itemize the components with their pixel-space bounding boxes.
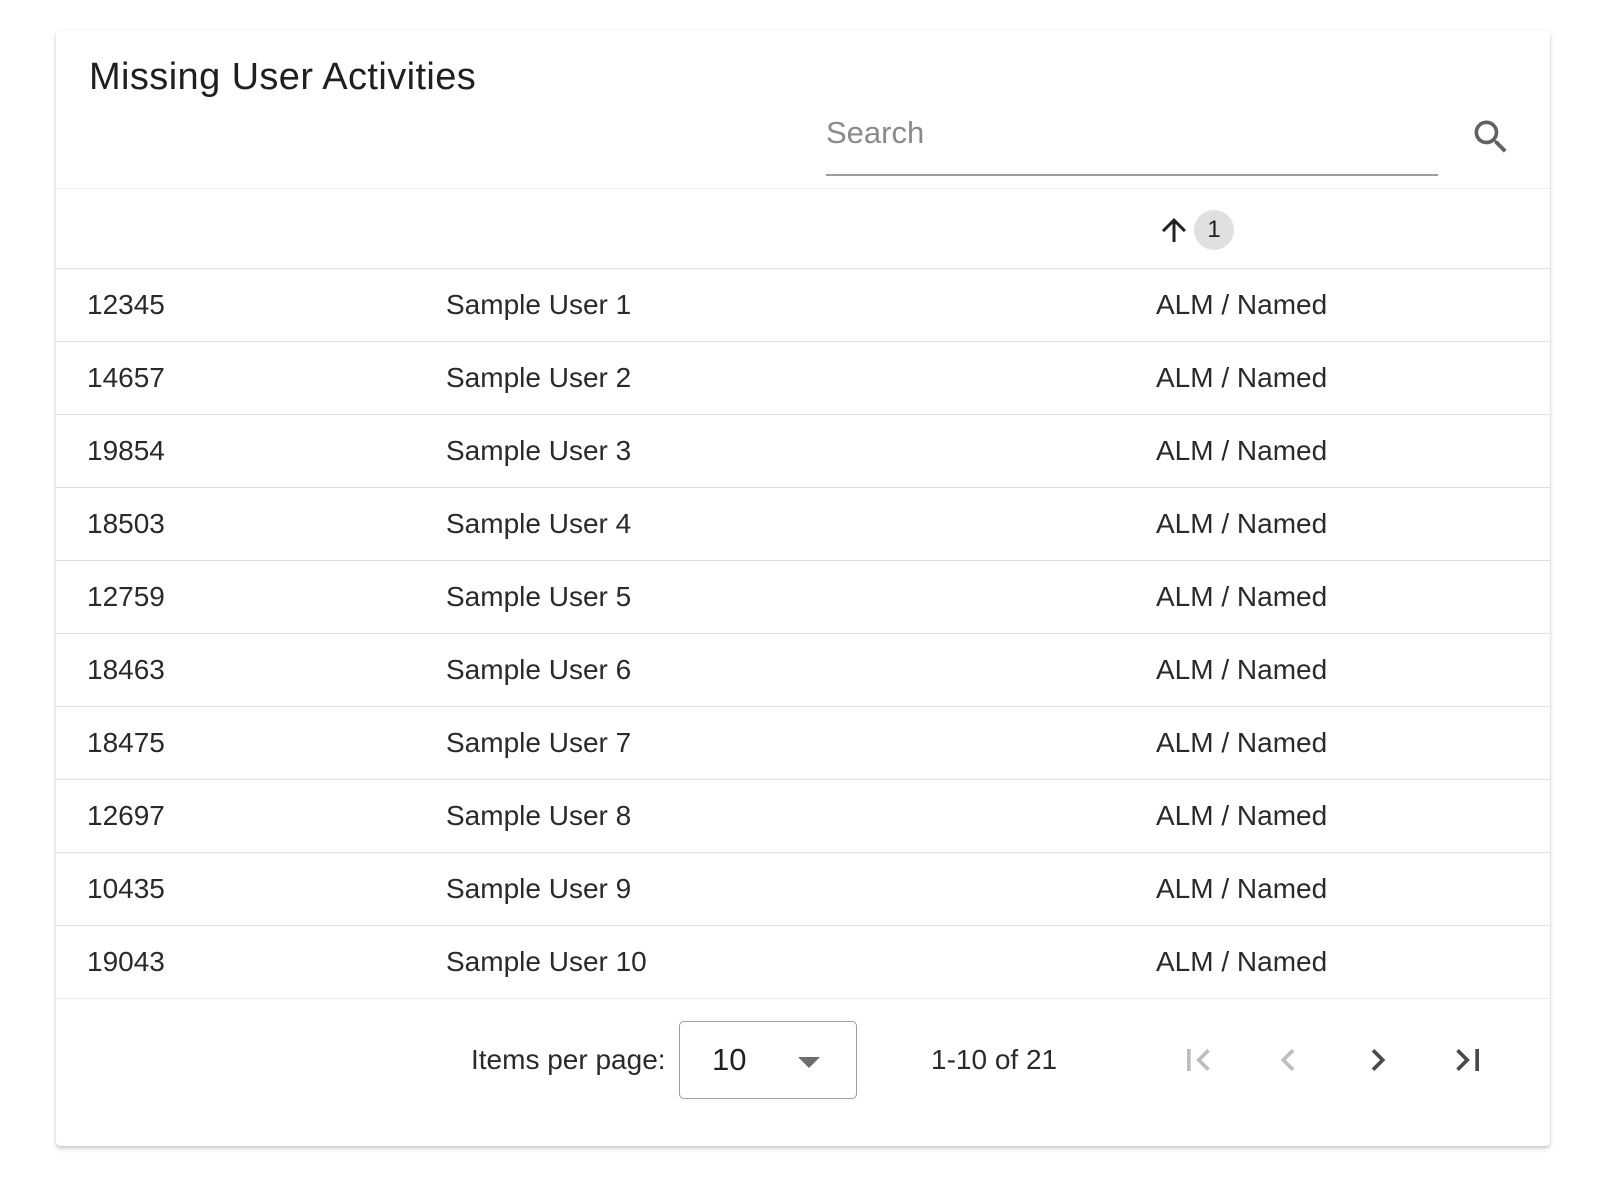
license-type-cell: ALM / Named	[1156, 800, 1328, 831]
table-row[interactable]: 19043 Sample User 10 ALM / Named	[56, 926, 1550, 999]
table-row[interactable]: 19854 Sample User 3 ALM / Named	[56, 415, 1550, 488]
user-id-cell: 19043	[87, 946, 165, 977]
user-name-cell: Sample User 2	[446, 362, 632, 393]
paginator: Items per page: 10 1-10 of 21	[56, 990, 1550, 1146]
items-per-page-label: Items per page:	[471, 1044, 666, 1075]
user-id-cell: 12759	[87, 581, 165, 612]
table-row[interactable]: 12345 Sample User 1 ALM / Named	[56, 269, 1550, 342]
user-id-cell: 12697	[87, 800, 165, 831]
table-row[interactable]: 14657 Sample User 2 ALM / Named	[56, 342, 1550, 415]
license-type-cell: ALM / Named	[1156, 946, 1328, 977]
license-type-cell: ALM / Named	[1156, 581, 1328, 612]
table-row[interactable]: 18463 Sample User 6 ALM / Named	[56, 634, 1550, 707]
license-type-cell: ALM / Named	[1156, 727, 1328, 758]
user-id-cell: 18475	[87, 727, 165, 758]
next-page-button[interactable]	[1356, 1038, 1400, 1082]
user-id-cell: 18503	[87, 508, 165, 539]
header-divider	[56, 188, 1550, 189]
user-name-cell: Sample User 1	[446, 289, 632, 320]
first-page-button[interactable]	[1176, 1038, 1220, 1082]
user-name-cell: Sample User 8	[446, 800, 632, 831]
first-page-icon	[1187, 1049, 1210, 1071]
last-page-icon	[1456, 1049, 1479, 1071]
license-type-cell: ALM / Named	[1156, 654, 1328, 685]
user-name-cell: Sample User 9	[446, 873, 632, 904]
items-per-page-value: 10	[712, 1042, 747, 1077]
chevron-left-icon	[1280, 1049, 1295, 1071]
user-name-cell: Sample User 7	[446, 727, 632, 758]
user-name-cell: Sample User 3	[446, 435, 632, 466]
table-row[interactable]: 18503 Sample User 4 ALM / Named	[56, 488, 1550, 561]
table-header-row: 1	[56, 190, 1550, 269]
items-per-page-select[interactable]: 10	[679, 1021, 857, 1099]
table-row[interactable]: 18475 Sample User 7 ALM / Named	[56, 707, 1550, 780]
search-input[interactable]	[826, 108, 1426, 158]
arrow-up-icon	[1162, 218, 1186, 242]
license-type-cell: ALM / Named	[1156, 362, 1328, 393]
table-row[interactable]: 10435 Sample User 9 ALM / Named	[56, 853, 1550, 926]
user-id-cell: 10435	[87, 873, 165, 904]
user-id-cell: 12345	[87, 289, 165, 320]
user-name-cell: Sample User 6	[446, 654, 632, 685]
user-name-cell: Sample User 10	[446, 946, 647, 977]
chevron-right-icon	[1371, 1049, 1386, 1071]
user-id-cell: 18463	[87, 654, 165, 685]
user-id-cell: 14657	[87, 362, 165, 393]
user-name-cell: Sample User 4	[446, 508, 632, 539]
search-icon	[1474, 120, 1507, 153]
previous-page-button[interactable]	[1266, 1038, 1310, 1082]
table-body: 12345 Sample User 1 ALM / Named 14657 Sa…	[56, 269, 1550, 999]
license-type-cell: ALM / Named	[1156, 435, 1328, 466]
table-row[interactable]: 12759 Sample User 5 ALM / Named	[56, 561, 1550, 634]
missing-user-activities-card: Missing User Activities 1 12345 Sample U…	[56, 30, 1550, 1146]
sort-header-type[interactable]: 1	[1156, 208, 1234, 252]
search-button[interactable]	[1469, 115, 1513, 159]
license-type-cell: ALM / Named	[1156, 508, 1328, 539]
last-page-button[interactable]	[1446, 1038, 1490, 1082]
table-row[interactable]: 12697 Sample User 8 ALM / Named	[56, 780, 1550, 853]
sort-order-badge: 1	[1194, 210, 1234, 250]
user-id-cell: 19854	[87, 435, 165, 466]
search-field	[826, 102, 1438, 176]
license-type-cell: ALM / Named	[1156, 289, 1328, 320]
card-title: Missing User Activities	[89, 56, 477, 98]
license-type-cell: ALM / Named	[1156, 873, 1328, 904]
range-label: 1-10 of 21	[931, 1044, 1058, 1075]
user-name-cell: Sample User 5	[446, 581, 632, 612]
dropdown-arrow-icon	[798, 1057, 820, 1068]
